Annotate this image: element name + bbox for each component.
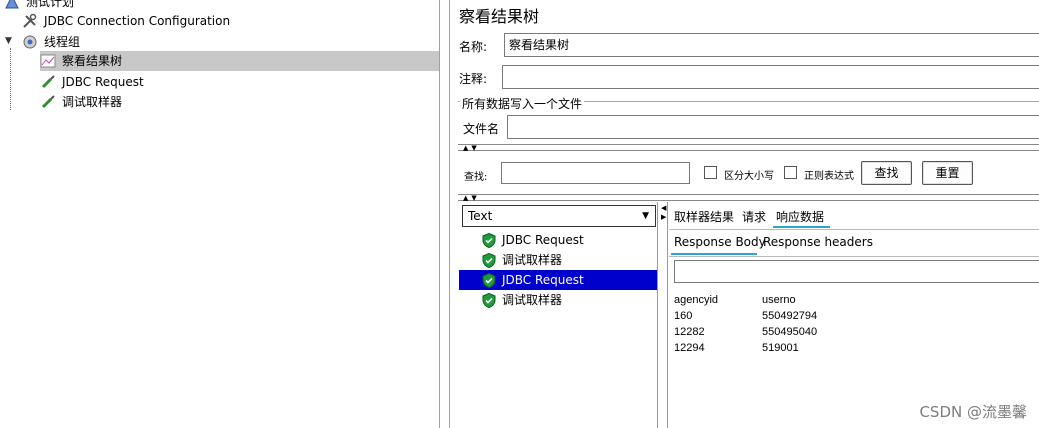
response-cell: 550495040 bbox=[762, 326, 818, 338]
chart-icon bbox=[40, 54, 56, 68]
reset-button[interactable]: 重置 bbox=[922, 161, 973, 185]
splitter-2[interactable] bbox=[458, 194, 1039, 201]
tree-item-label: JDBC Request bbox=[62, 75, 144, 89]
response-cell: 160 bbox=[674, 310, 693, 322]
vertical-splitter[interactable]: ◀ ▶ bbox=[660, 202, 668, 428]
response-header-agencyid: agencyid bbox=[674, 294, 719, 306]
tree-guide-line bbox=[10, 48, 11, 110]
success-shield-icon bbox=[482, 273, 496, 288]
response-cell: 550492794 bbox=[762, 310, 818, 322]
chevron-down-icon: ▼ bbox=[642, 211, 649, 221]
test-plan-icon bbox=[5, 0, 19, 9]
result-label: JDBC Request bbox=[502, 233, 584, 247]
result-item[interactable]: 调试取样器 bbox=[459, 290, 657, 310]
find-button[interactable]: 查找 bbox=[861, 161, 912, 185]
regex-checkbox[interactable] bbox=[784, 166, 797, 179]
tab-divider bbox=[669, 229, 1039, 230]
tab-request[interactable]: 请求 bbox=[742, 208, 766, 225]
comment-field[interactable] bbox=[502, 65, 1039, 89]
tree-item-label: JDBC Connection Configuration bbox=[44, 14, 231, 28]
pipette-icon bbox=[41, 75, 55, 89]
response-cell: 12294 bbox=[674, 342, 705, 354]
result-item[interactable]: 调试取样器 bbox=[459, 250, 657, 270]
filename-field[interactable] bbox=[507, 115, 1039, 139]
tab-response-headers[interactable]: Response headers bbox=[763, 235, 873, 249]
comment-label: 注释: bbox=[459, 72, 488, 86]
splitter-arrows-icon[interactable]: ▲▼ bbox=[463, 144, 480, 152]
success-shield-icon bbox=[482, 233, 496, 248]
tree-item-label: 调试取样器 bbox=[62, 95, 123, 109]
gear-icon bbox=[23, 35, 37, 49]
tab-response-data[interactable]: 响应数据 bbox=[776, 208, 824, 225]
pipette-icon bbox=[41, 95, 55, 109]
response-search-input[interactable] bbox=[674, 260, 1039, 283]
watermark: CSDN @流墨馨 bbox=[919, 403, 1027, 421]
case-sensitive-label: 区分大小写 bbox=[724, 171, 774, 182]
response-cell: 12282 bbox=[674, 326, 705, 338]
file-group-label: 所有数据写入一个文件 bbox=[460, 95, 585, 112]
test-plan-tree: 测试计划 JDBC Connection Configuration ▼ 线程组… bbox=[0, 0, 440, 428]
result-detail-panel: 取样器结果 请求 响应数据 Response Body Response hea… bbox=[669, 202, 1039, 428]
filename-label: 文件名 bbox=[463, 122, 500, 136]
renderer-select[interactable]: Text ▼ bbox=[462, 205, 656, 227]
page-title: 察看结果树 bbox=[459, 7, 540, 26]
tab-response-body[interactable]: Response Body bbox=[674, 235, 766, 249]
active-tab-indicator bbox=[773, 226, 830, 228]
response-cell: 519001 bbox=[762, 342, 799, 354]
result-label: 调试取样器 bbox=[502, 253, 563, 267]
splitter-arrows-icon[interactable]: ◀ ▶ bbox=[661, 204, 666, 222]
result-label: 调试取样器 bbox=[502, 293, 563, 307]
view-results-tree-panel: 察看结果树 名称: 察看结果树 注释: 所有数据写入一个文件 文件名 ▲▼ 查找… bbox=[449, 0, 1039, 428]
name-field[interactable]: 察看结果树 bbox=[504, 33, 1039, 57]
chevron-down-icon[interactable]: ▼ bbox=[5, 36, 12, 46]
regex-label: 正则表达式 bbox=[804, 171, 854, 182]
result-item[interactable]: JDBC Request bbox=[459, 230, 657, 250]
splitter-arrows-icon[interactable]: ▲▼ bbox=[463, 194, 480, 202]
subtab-divider bbox=[669, 256, 1039, 257]
case-sensitive-checkbox[interactable] bbox=[704, 166, 717, 179]
splitter-1[interactable] bbox=[458, 144, 1039, 151]
tree-item-label: 察看结果树 bbox=[62, 54, 123, 68]
wrench-icon bbox=[23, 13, 37, 28]
search-label: 查找: bbox=[464, 172, 488, 183]
success-shield-icon bbox=[482, 293, 496, 308]
renderer-value: Text bbox=[468, 209, 493, 223]
tree-item-label: 线程组 bbox=[44, 35, 81, 49]
response-header-userno: userno bbox=[762, 294, 796, 306]
success-shield-icon bbox=[482, 253, 496, 268]
active-subtab-indicator bbox=[671, 253, 757, 255]
result-item-selected[interactable]: JDBC Request bbox=[459, 270, 657, 290]
name-label: 名称: bbox=[459, 40, 488, 54]
search-input[interactable] bbox=[501, 162, 690, 184]
result-label: JDBC Request bbox=[502, 273, 584, 287]
tree-item-view-results-tree[interactable]: 察看结果树 bbox=[40, 51, 439, 71]
result-list-panel: Text ▼ JDBC Request 调试取样器 JDBC Request 调… bbox=[459, 202, 658, 428]
search-bar: 查找: 区分大小写 正则表达式 查找 重置 bbox=[458, 154, 1039, 192]
tab-sampler-result[interactable]: 取样器结果 bbox=[674, 208, 734, 225]
